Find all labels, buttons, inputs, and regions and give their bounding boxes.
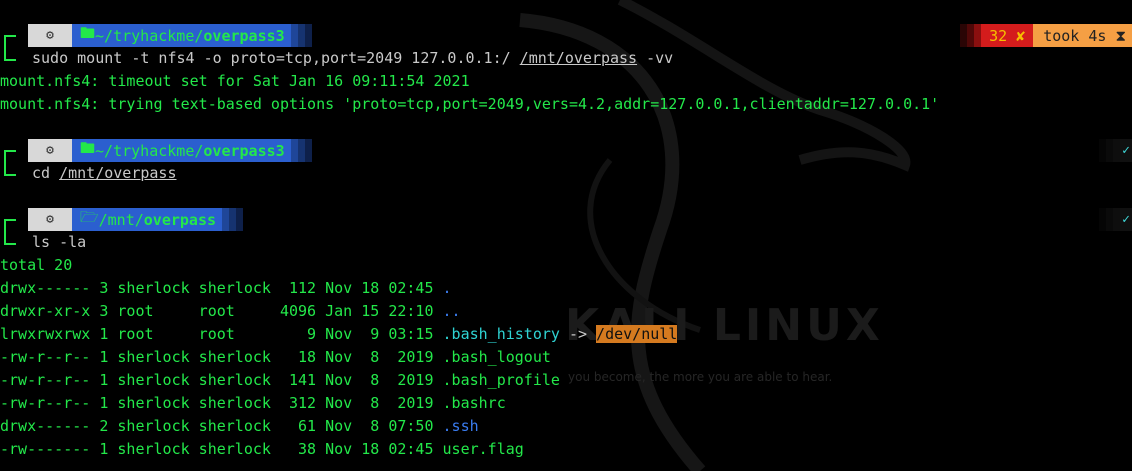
status-ok: ✓ (1099, 139, 1132, 162)
status-ok: ✓ (1099, 208, 1132, 231)
symlink-target: /dev/null (596, 325, 678, 343)
prompt-path: 🗁 /mnt/overpass (72, 208, 223, 231)
prompt-3: ⚙ 🗁 /mnt/overpass (28, 208, 244, 231)
command-line-3: ls -la (32, 233, 87, 251)
command-line-2: cd /mnt/overpass (32, 164, 177, 182)
folder-icon: 🖿 (80, 24, 96, 42)
ls-row-meta: drwx------ 3 sherlock sherlock 112 Nov 1… (0, 279, 443, 297)
ls-row-name: .bash_logout (442, 348, 551, 366)
prompt-fade (290, 24, 312, 47)
ls-row-name: . (442, 279, 452, 297)
ls-row-name: .bash_history (442, 325, 560, 343)
prompt-bracket (4, 219, 16, 245)
ls-row: drwxr-xr-x 3 root root 4096 Jan 15 22:10… (0, 300, 461, 323)
ls-row: -rw-r--r-- 1 sherlock sherlock 312 Nov 8… (0, 392, 506, 415)
ls-row: -rw-r--r-- 1 sherlock sherlock 141 Nov 8… (0, 369, 560, 392)
distro-icon: ⚙ (28, 24, 72, 47)
ls-row-meta: -rw-r--r-- 1 sherlock sherlock 141 Nov 8… (0, 371, 443, 389)
prompt-1: ⚙ 🖿 ~/tryhackme/overpass3 (28, 24, 312, 47)
took-status: took 4s ⧗ (1033, 24, 1132, 47)
ls-row-name: .bashrc (442, 394, 506, 412)
ls-row-meta: lrwxrwxrwx 1 root root 9 Nov 9 03:15 (0, 325, 443, 343)
ls-row-meta: drwx------ 2 sherlock sherlock 61 Nov 8 … (0, 417, 443, 435)
ls-row: -rw-r--r-- 1 sherlock sherlock 18 Nov 8 … (0, 346, 551, 369)
ls-total: total 20 (0, 256, 73, 274)
prompt-2: ⚙ 🖿 ~/tryhackme/overpass3 (28, 139, 312, 162)
ls-row: drwx------ 3 sherlock sherlock 112 Nov 1… (0, 277, 452, 300)
kali-tagline: you become, the more you are able to hea… (568, 370, 833, 384)
folder-open-icon: 🗁 (80, 208, 99, 226)
prompt-path: 🖿 ~/tryhackme/overpass3 (72, 139, 291, 162)
output-line: mount.nfs4: trying text-based options 'p… (0, 95, 940, 113)
ls-row: drwx------ 2 sherlock sherlock 61 Nov 8 … (0, 415, 479, 438)
distro-icon: ⚙ (28, 139, 72, 162)
ls-row-meta: drwxr-xr-x 3 root root 4096 Jan 15 22:10 (0, 302, 443, 320)
ls-row-name: .ssh (442, 417, 479, 435)
ls-row-name: .bash_profile (442, 371, 560, 389)
symlink-arrow: -> (559, 325, 597, 343)
status-right: 32 ✘ took 4s ⧗ (960, 24, 1132, 47)
ls-row: -rw------- 1 sherlock sherlock 38 Nov 18… (0, 438, 524, 461)
ls-row-meta: -rw-r--r-- 1 sherlock sherlock 312 Nov 8… (0, 394, 443, 412)
ls-row-name: user.flag (442, 440, 524, 458)
ls-row-meta: -rw------- 1 sherlock sherlock 38 Nov 18… (0, 440, 443, 458)
prompt-path: 🖿 ~/tryhackme/overpass3 (72, 24, 291, 47)
check-icon: ✓ (1120, 208, 1132, 231)
prompt-bracket (4, 35, 16, 61)
check-icon: ✓ (1120, 139, 1132, 162)
output-line: mount.nfs4: timeout set for Sat Jan 16 0… (0, 72, 470, 90)
prompt-bracket (4, 150, 16, 176)
command-line-1: sudo mount -t nfs4 -o proto=tcp,port=204… (32, 49, 674, 67)
ls-row-meta: -rw-r--r-- 1 sherlock sherlock 18 Nov 8 … (0, 348, 443, 366)
folder-icon: 🖿 (80, 139, 96, 157)
distro-icon: ⚙ (28, 208, 72, 231)
error-status: 32 ✘ (981, 24, 1034, 47)
ls-row: lrwxrwxrwx 1 root root 9 Nov 9 03:15 .ba… (0, 323, 678, 346)
ls-row-name: .. (442, 302, 461, 320)
